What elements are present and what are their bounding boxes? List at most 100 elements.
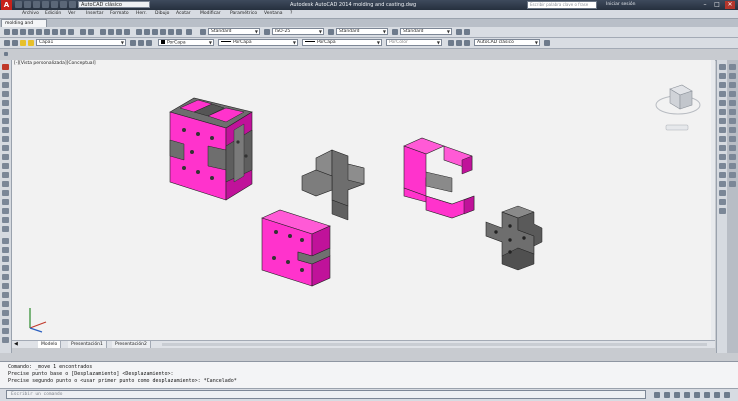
- table-icon[interactable]: [2, 217, 9, 223]
- cut-icon[interactable]: [44, 29, 50, 35]
- circle-icon[interactable]: [2, 118, 9, 124]
- save-as-icon[interactable]: [42, 1, 49, 8]
- gradient-icon[interactable]: [2, 199, 9, 205]
- drawing-canvas[interactable]: [12, 60, 715, 340]
- mleader-style-icon[interactable]: [392, 29, 398, 35]
- workspace-select[interactable]: AutoCAD clásico: [78, 1, 150, 8]
- core-part-1[interactable]: [301, 149, 365, 221]
- color-select[interactable]: PorCapa ▼: [158, 39, 214, 46]
- none-snap-icon[interactable]: [729, 172, 736, 178]
- workspace-switching-icon[interactable]: [684, 392, 690, 398]
- navigation-bar[interactable]: [711, 60, 715, 340]
- construction-line-icon[interactable]: [2, 73, 9, 79]
- assembled-mold-cube[interactable]: [169, 97, 253, 201]
- mleader-icon[interactable]: [456, 29, 462, 35]
- isolate-objects-icon[interactable]: [704, 392, 710, 398]
- extend-icon[interactable]: [2, 328, 9, 334]
- join-icon[interactable]: [719, 181, 726, 187]
- plot-icon[interactable]: [51, 1, 58, 8]
- offset-icon[interactable]: [2, 265, 9, 271]
- rotate-icon[interactable]: [719, 127, 726, 133]
- stretch-icon[interactable]: [2, 310, 9, 316]
- calculator-icon[interactable]: [176, 29, 182, 35]
- stretch-icon[interactable]: [719, 145, 726, 151]
- grid-icon[interactable]: [664, 392, 670, 398]
- plot-icon[interactable]: [28, 29, 34, 35]
- tab-first-icon[interactable]: ◀: [14, 341, 18, 348]
- polyline-icon[interactable]: [2, 82, 9, 88]
- table-style-icon[interactable]: [328, 29, 334, 35]
- spline-icon[interactable]: [2, 136, 9, 142]
- osnap-settings-icon[interactable]: [729, 181, 736, 187]
- ellipse-icon[interactable]: [2, 145, 9, 151]
- revision-cloud-icon[interactable]: [2, 127, 9, 133]
- nearest-snap-icon[interactable]: [729, 163, 736, 169]
- text-style-icon[interactable]: [200, 29, 206, 35]
- tab-model[interactable]: Modelo: [38, 341, 62, 348]
- snap-icon[interactable]: [729, 64, 736, 70]
- save-icon[interactable]: [33, 1, 40, 8]
- scale-icon[interactable]: [719, 136, 726, 142]
- mleader-add-icon[interactable]: [464, 29, 470, 35]
- command-input[interactable]: Escribir un comando: [6, 390, 646, 399]
- menu-ventana[interactable]: Ventana: [264, 10, 282, 18]
- linetype-select[interactable]: PorCapa ▼: [218, 39, 298, 46]
- fillet-icon[interactable]: [2, 337, 9, 343]
- undo-icon[interactable]: [60, 1, 67, 8]
- viewport-label[interactable]: [-][Vista personalizada][Conceptual]: [14, 61, 96, 66]
- markup-icon[interactable]: [168, 29, 174, 35]
- copy-icon[interactable]: [52, 29, 58, 35]
- point-icon[interactable]: [2, 181, 9, 187]
- line-icon[interactable]: [2, 64, 9, 70]
- maximize-button[interactable]: □: [712, 1, 722, 9]
- modify-tool-icon[interactable]: [719, 64, 726, 70]
- tab-layout2[interactable]: Presentación2: [112, 341, 151, 348]
- autocad-logo-icon[interactable]: A: [1, 0, 12, 10]
- sheet-set-icon[interactable]: [160, 29, 166, 35]
- zoom-window-icon[interactable]: [116, 29, 122, 35]
- viewcube-icon[interactable]: [652, 75, 702, 137]
- core-part-2[interactable]: [485, 205, 543, 271]
- endpoint-snap-icon[interactable]: [729, 73, 736, 79]
- layer-match-icon[interactable]: [146, 40, 152, 46]
- menu-insertar[interactable]: Insertar: [86, 10, 104, 18]
- explode-icon[interactable]: [719, 208, 726, 214]
- layer-freeze-icon[interactable]: [28, 40, 34, 46]
- lineweight-select[interactable]: PorCapa ▼: [302, 39, 382, 46]
- design-center-icon[interactable]: [144, 29, 150, 35]
- rectangle-icon[interactable]: [2, 100, 9, 106]
- menu-edicion[interactable]: Edición: [45, 10, 61, 18]
- layer-state-icon[interactable]: [12, 40, 18, 46]
- tool-palettes-icon[interactable]: [152, 29, 158, 35]
- search-input[interactable]: Escribir palabra clave o frase: [527, 1, 597, 9]
- new-icon[interactable]: [4, 29, 10, 35]
- menu-modificar[interactable]: Modificar: [200, 10, 221, 18]
- clean-screen-icon[interactable]: [724, 392, 730, 398]
- open-file-icon[interactable]: [24, 1, 31, 8]
- menu-dibujo[interactable]: Dibujo: [155, 10, 169, 18]
- workspace-toolbar-select[interactable]: AutoCAD clásico ▼: [474, 39, 540, 46]
- trim-icon[interactable]: [2, 319, 9, 325]
- grip-icon[interactable]: [4, 52, 8, 56]
- hardware-acceleration-icon[interactable]: [714, 392, 720, 398]
- layer-previous-icon[interactable]: [138, 40, 144, 46]
- menu-ayuda[interactable]: ?: [290, 10, 292, 18]
- mold-half-1[interactable]: [403, 137, 475, 219]
- menu-archivo[interactable]: Archivo: [22, 10, 39, 18]
- quadrant-snap-icon[interactable]: [729, 109, 736, 115]
- lock-icon[interactable]: [694, 392, 700, 398]
- multiline-text-icon[interactable]: [2, 226, 9, 232]
- dim-style-icon[interactable]: [264, 29, 270, 35]
- erase-icon[interactable]: [2, 238, 9, 244]
- sign-in-link[interactable]: Iniciar sesión: [606, 0, 636, 10]
- mleader-style-select[interactable]: Standard ▼: [400, 28, 452, 35]
- make-current-icon[interactable]: [130, 40, 136, 46]
- ellipse-arc-icon[interactable]: [2, 154, 9, 160]
- redo-icon[interactable]: [88, 29, 94, 35]
- help-icon[interactable]: [186, 29, 192, 35]
- minimize-button[interactable]: –: [700, 1, 710, 9]
- copy-object-icon[interactable]: [2, 247, 9, 253]
- parallel-snap-icon[interactable]: [729, 136, 736, 142]
- perpendicular-snap-icon[interactable]: [729, 127, 736, 133]
- dim-style-select[interactable]: ISO-25 ▼: [272, 28, 324, 35]
